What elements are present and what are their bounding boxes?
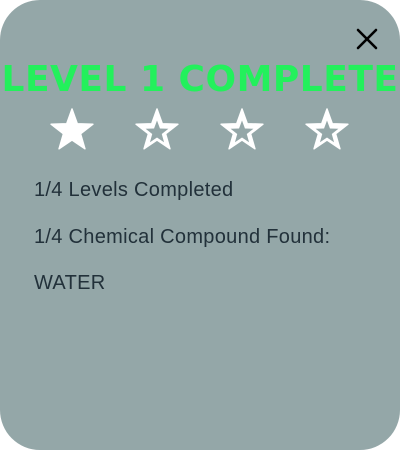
level-complete-dialog: LEVEL 1 COMPLETE 1/4 Levels Completed 1/… [0, 0, 400, 450]
star-icon [48, 106, 96, 154]
levels-completed-text: 1/4 Levels Completed [34, 179, 234, 201]
star-icon [218, 106, 266, 154]
compounds-found-text: 1/4 Chemical Compound Found: [34, 226, 331, 248]
star-rating [0, 106, 400, 156]
level-complete-title: LEVEL 1 COMPLETE [1, 59, 399, 100]
compound-name-text: WATER [34, 272, 106, 294]
star-icon [303, 106, 351, 154]
close-button[interactable] [350, 22, 384, 56]
star-icon [133, 106, 181, 154]
close-icon [350, 22, 384, 56]
